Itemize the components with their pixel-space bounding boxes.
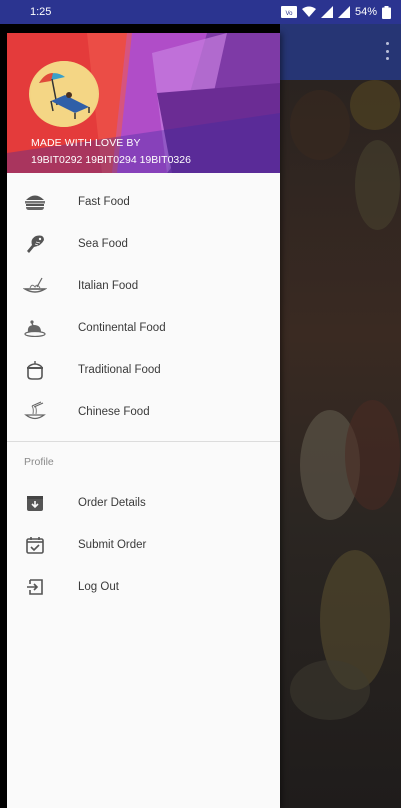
pasta-icon — [23, 274, 47, 298]
overflow-menu-icon[interactable] — [385, 42, 389, 60]
fish-icon — [23, 232, 47, 256]
menu-item-submit-order[interactable]: Submit Order — [7, 524, 280, 566]
volte-icon: Vo — [280, 6, 297, 18]
svg-text:Vo: Vo — [285, 11, 293, 17]
signal-icon — [320, 6, 333, 18]
battery-text: 54% — [354, 6, 377, 18]
section-title-profile: Profile — [24, 456, 54, 468]
status-bar: 1:25 Vo 54% — [0, 0, 401, 24]
status-icons: Vo 54% — [280, 5, 391, 19]
menu-item-order-details[interactable]: Order Details — [7, 482, 280, 524]
menu-item-label: Chinese Food — [78, 406, 150, 418]
roast-chicken-icon — [23, 316, 47, 340]
noodles-icon — [23, 400, 47, 424]
menu-item-traditional-food[interactable]: Traditional Food — [7, 349, 280, 391]
menu-item-chinese-food[interactable]: Chinese Food — [7, 391, 280, 433]
avatar[interactable] — [29, 61, 99, 127]
drawer-header: MADE WITH LOVE BY 19BIT0292 19BIT0294 19… — [7, 33, 280, 173]
calendar-check-icon — [23, 533, 47, 557]
menu-item-label: Order Details — [78, 497, 146, 509]
menu-item-label: Italian Food — [78, 280, 139, 292]
pot-icon — [23, 358, 47, 382]
beach-chair-icon — [31, 61, 97, 127]
battery-icon — [382, 5, 391, 19]
drawer-menu: Fast Food Sea Food Italian Food Continen… — [7, 173, 280, 608]
background-food-image — [280, 80, 401, 808]
navigation-drawer: MADE WITH LOVE BY 19BIT0292 19BIT0294 19… — [7, 33, 280, 808]
menu-item-label: Log Out — [78, 581, 119, 593]
student-ids-text: 19BIT0292 19BIT0294 19BIT0326 — [31, 154, 191, 166]
status-time: 1:25 — [30, 6, 52, 18]
menu-item-italian-food[interactable]: Italian Food — [7, 265, 280, 307]
logout-icon — [23, 575, 47, 599]
menu-item-fast-food[interactable]: Fast Food — [7, 181, 280, 223]
menu-item-continental-food[interactable]: Continental Food — [7, 307, 280, 349]
menu-item-label: Sea Food — [78, 238, 128, 250]
made-with-love-text: MADE WITH LOVE BY — [31, 137, 141, 149]
signal-icon-2 — [337, 6, 350, 18]
menu-item-label: Traditional Food — [78, 364, 161, 376]
menu-item-label: Continental Food — [78, 322, 166, 334]
menu-item-log-out[interactable]: Log Out — [7, 566, 280, 608]
burger-icon — [23, 190, 47, 214]
menu-item-sea-food[interactable]: Sea Food — [7, 223, 280, 265]
wifi-icon — [301, 6, 316, 18]
menu-item-label: Fast Food — [78, 196, 130, 208]
archive-icon — [23, 491, 47, 515]
app-bar — [280, 24, 401, 80]
menu-item-label: Submit Order — [78, 539, 147, 551]
